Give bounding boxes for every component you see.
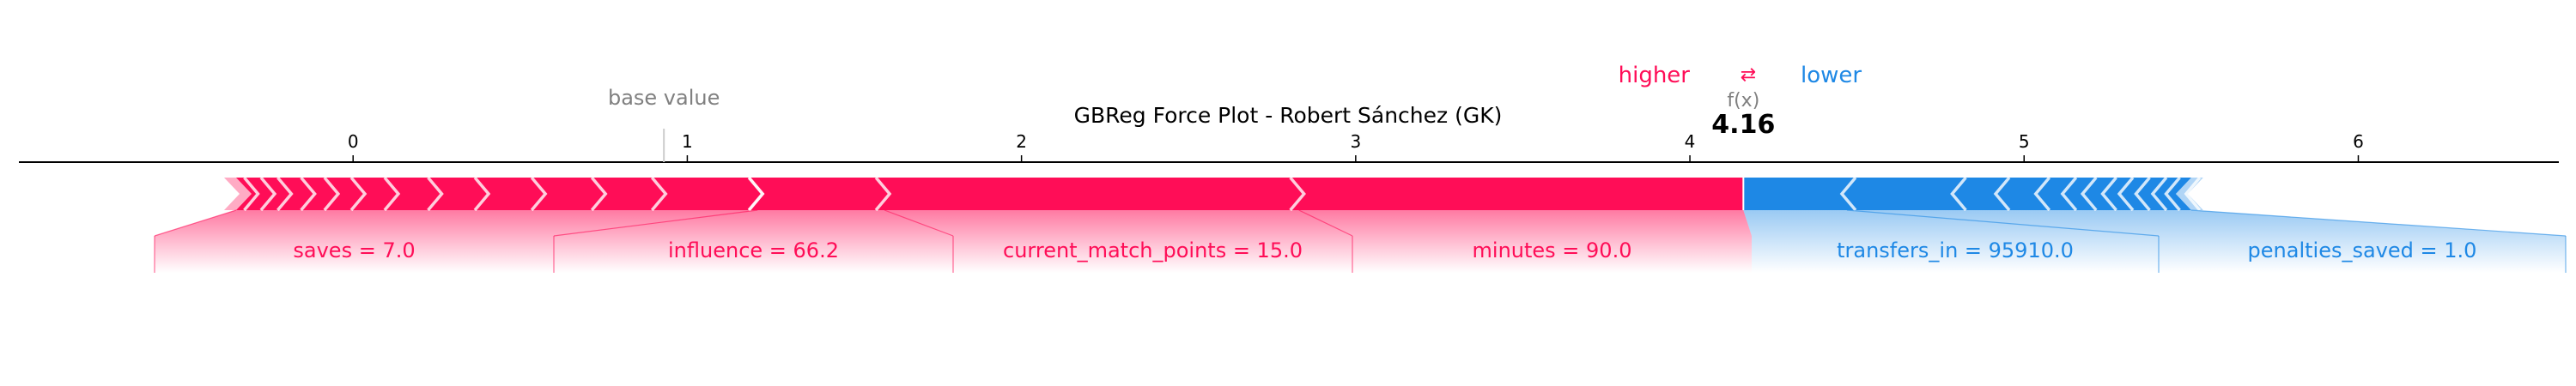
x-tick-label: 6 bbox=[2353, 131, 2364, 152]
legend-swap-icon: ⇄ bbox=[1741, 64, 1756, 86]
x-tick-label: 0 bbox=[348, 131, 359, 152]
force-plot-chart: 0 1 2 3 4 5 6 higher ⇄ lower base value f(x) 4… bbox=[19, 63, 2567, 273]
x-tick-label: 1 bbox=[682, 131, 693, 152]
chart-title: GBReg Force Plot - Robert Sánchez (GK) bbox=[1074, 103, 1503, 128]
negative-force-bar bbox=[1743, 178, 2191, 210]
axis-layer: 0 1 2 3 4 5 6 bbox=[19, 129, 2559, 163]
base-value-label: base value bbox=[608, 86, 720, 110]
x-tick-label: 2 bbox=[1016, 131, 1027, 152]
feature-label: penalties_saved = 1.0 bbox=[2248, 238, 2477, 262]
force-bar-layer bbox=[223, 176, 2203, 212]
x-tick-label: 5 bbox=[2019, 131, 2030, 152]
x-tick-label: 3 bbox=[1350, 131, 1361, 152]
feature-label: influence = 66.2 bbox=[668, 238, 839, 262]
legend-higher: higher bbox=[1619, 63, 1691, 88]
feature-label: transfers_in = 95910.0 bbox=[1837, 238, 2074, 262]
feature-label: current_match_points = 15.0 bbox=[1003, 238, 1303, 262]
x-tick-label: 4 bbox=[1685, 131, 1696, 152]
feature-label: minutes = 90.0 bbox=[1473, 238, 1632, 262]
feature-label: saves = 7.0 bbox=[293, 238, 415, 262]
positive-force-bar bbox=[235, 178, 1744, 210]
fx-label: f(x) bbox=[1727, 90, 1759, 112]
legend-lower: lower bbox=[1801, 63, 1862, 88]
fx-value: 4.16 bbox=[1711, 110, 1775, 140]
label-fill-layer bbox=[155, 210, 2566, 273]
